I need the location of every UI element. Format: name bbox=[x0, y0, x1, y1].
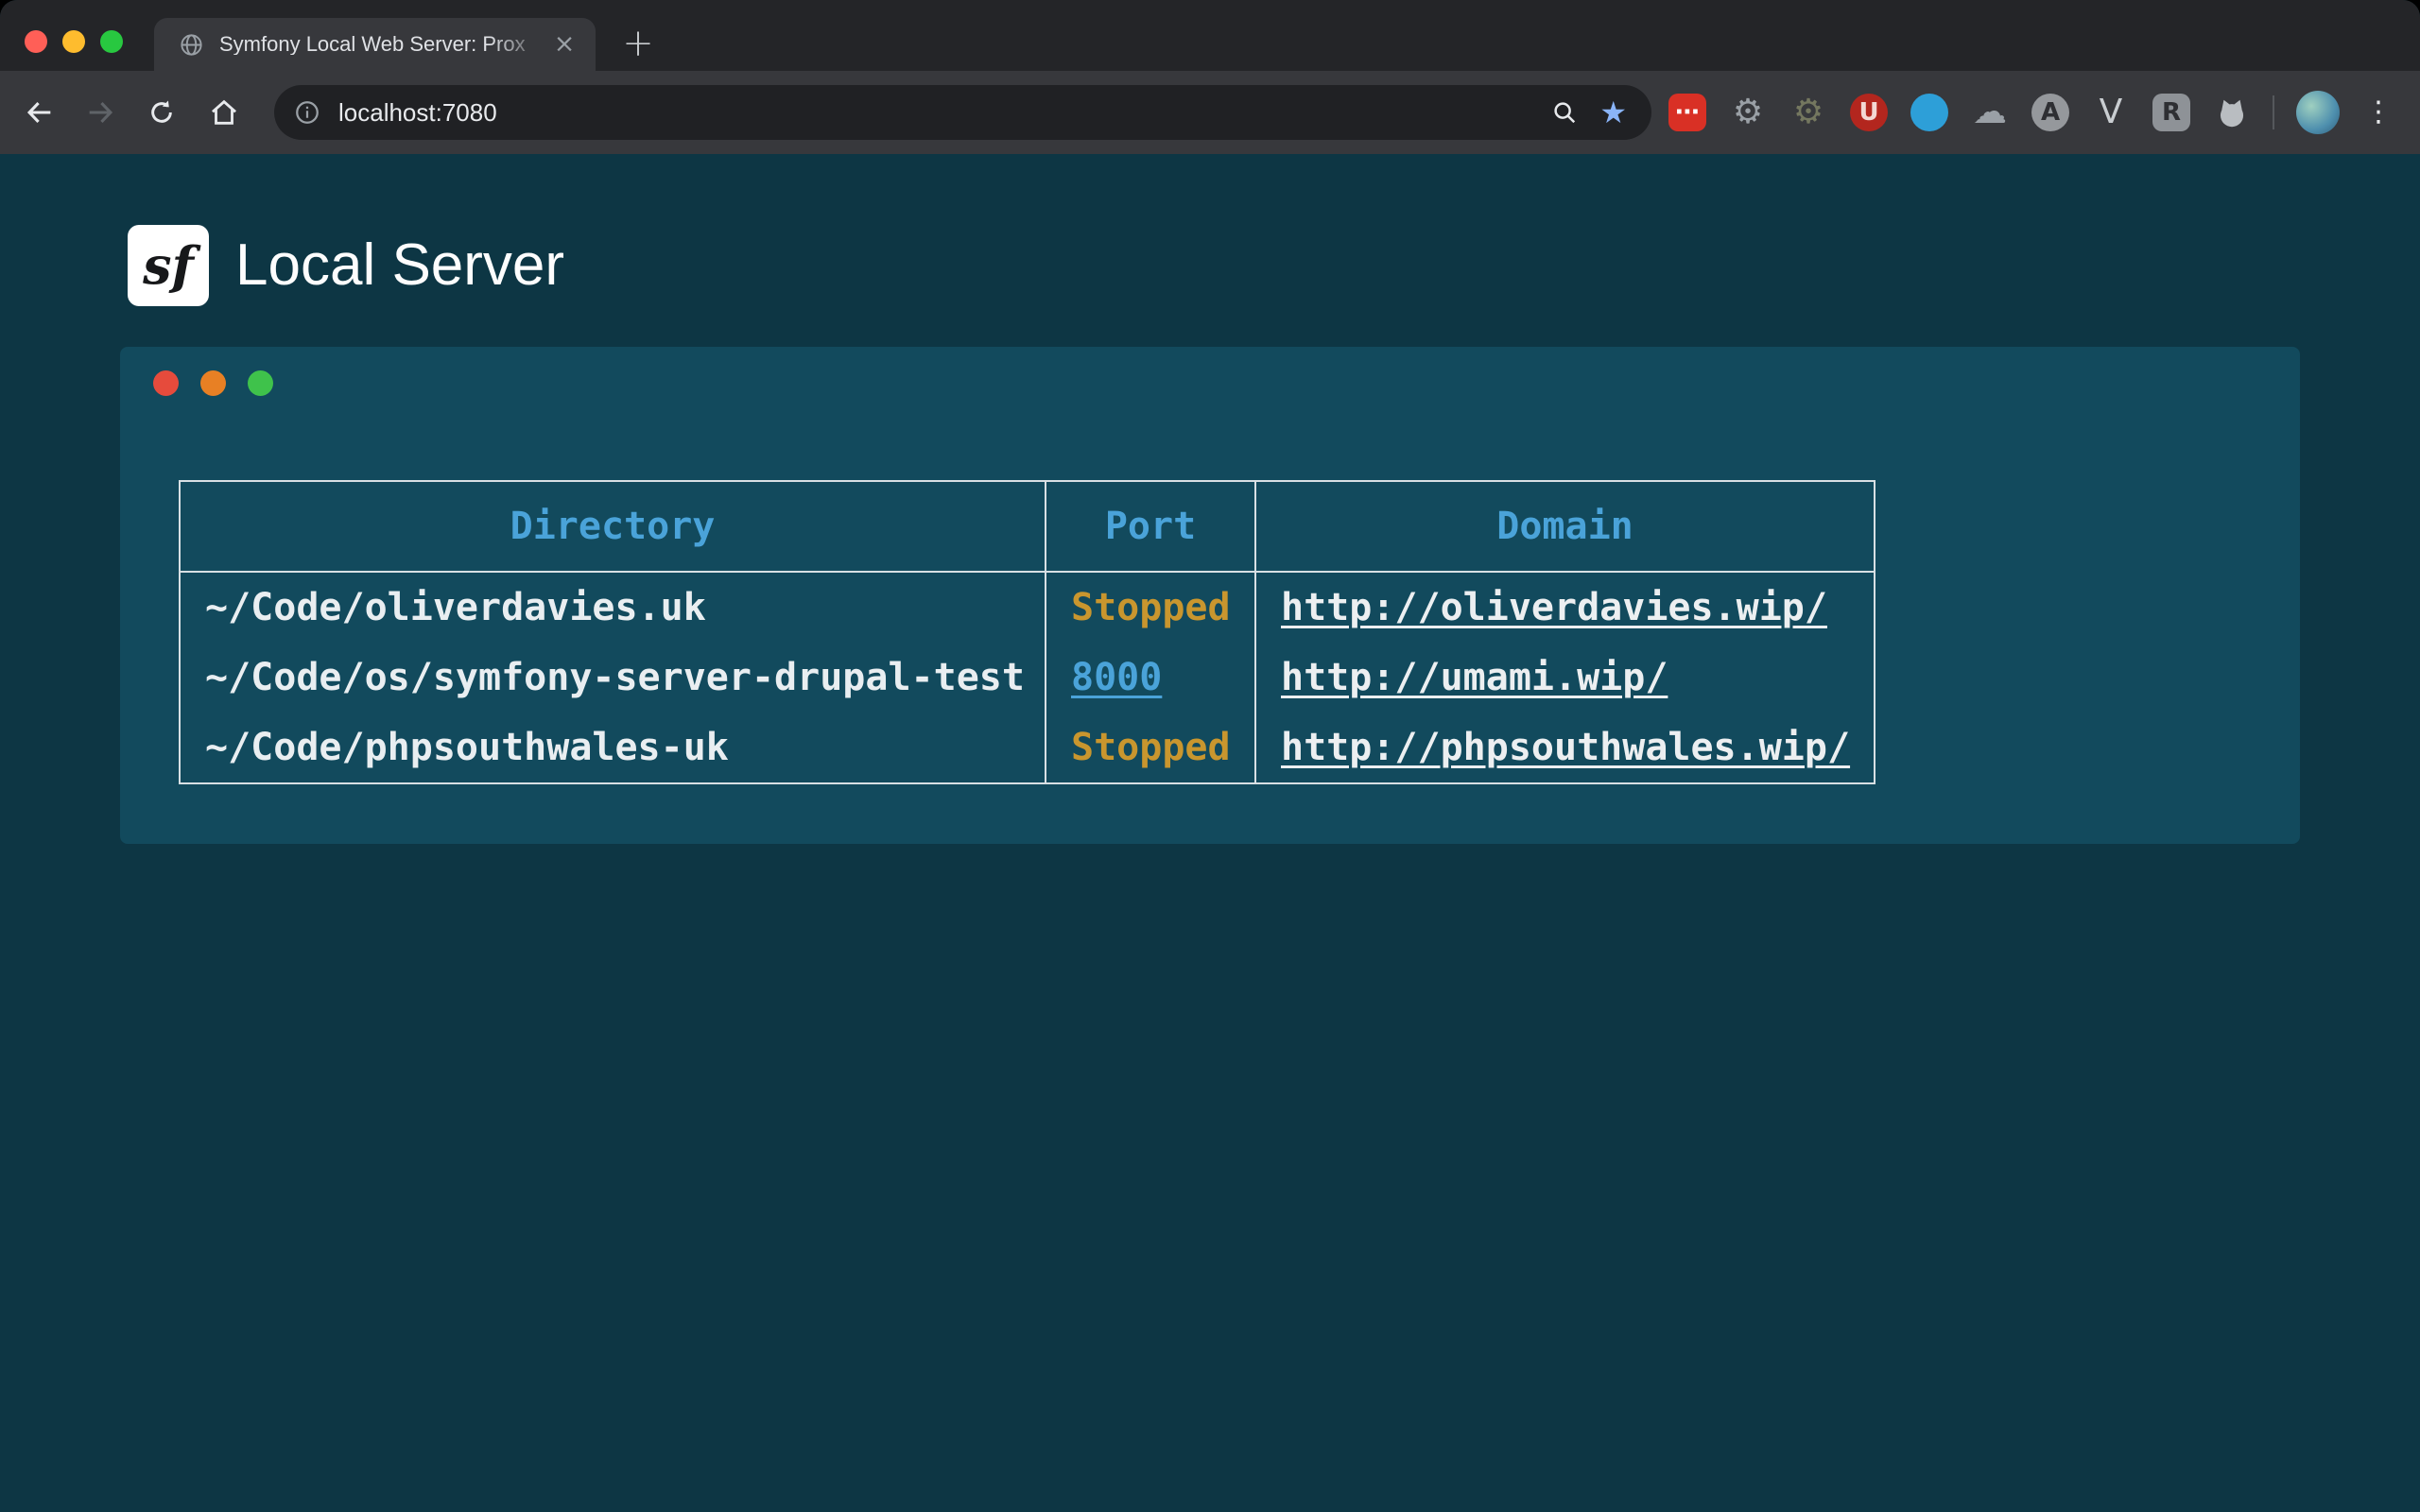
home-button[interactable] bbox=[199, 88, 249, 137]
domain-link[interactable]: http://umami.wip/ bbox=[1281, 656, 1668, 699]
tab-strip: Symfony Local Web Server: Prox × + bbox=[0, 0, 2420, 71]
home-icon bbox=[208, 96, 240, 129]
table-row: ~/Code/os/symfony-server-drupal-test 800… bbox=[180, 643, 1875, 713]
reload-button[interactable] bbox=[137, 88, 186, 137]
directory-cell: ~/Code/phpsouthwales-uk bbox=[180, 713, 1046, 783]
extension-ublock-icon[interactable]: U bbox=[1839, 71, 1899, 154]
forward-button[interactable] bbox=[76, 88, 125, 137]
extension-red-grid-icon[interactable]: ⋯ bbox=[1657, 71, 1718, 154]
extension-letter-r-icon[interactable]: R bbox=[2141, 71, 2202, 154]
tab-title: Symfony Local Web Server: Prox bbox=[219, 34, 548, 55]
page-content: sf Local Server Directory Port Domain bbox=[0, 154, 2420, 1512]
table-row: ~/Code/phpsouthwales-uk Stopped http://p… bbox=[180, 713, 1875, 783]
domain-link[interactable]: http://oliverdavies.wip/ bbox=[1281, 586, 1827, 629]
back-icon bbox=[24, 96, 56, 129]
directory-cell: ~/Code/os/symfony-server-drupal-test bbox=[180, 643, 1046, 713]
extensions-row: ⋯ ⚙ ⚙ U ☁ A V R bbox=[1657, 71, 2262, 154]
window-minimize-button[interactable] bbox=[62, 30, 85, 53]
terminal-dot-green bbox=[248, 370, 273, 396]
directory-cell: ~/Code/oliverdavies.uk bbox=[180, 572, 1046, 643]
extension-dark-gear-icon[interactable]: ⚙ bbox=[1778, 71, 1839, 154]
browser-menu-button[interactable]: ⋮ bbox=[2361, 88, 2395, 137]
browser-toolbar: localhost:7080 ★ ⋯ ⚙ ⚙ U ☁ bbox=[0, 71, 2420, 155]
extension-cloud-icon[interactable]: ☁ bbox=[1960, 71, 2020, 154]
port-cell: Stopped bbox=[1046, 713, 1255, 783]
header-port: Port bbox=[1046, 481, 1255, 572]
brand-header: sf Local Server bbox=[128, 225, 564, 306]
port-cell: Stopped bbox=[1046, 572, 1255, 643]
port-status: Stopped bbox=[1071, 586, 1231, 629]
url-text: localhost:7080 bbox=[338, 100, 1550, 125]
table-row: ~/Code/oliverdavies.uk Stopped http://ol… bbox=[180, 572, 1875, 643]
extension-letter-a-icon[interactable]: A bbox=[2020, 71, 2081, 154]
site-info-icon[interactable] bbox=[293, 98, 321, 127]
port-cell: 8000 bbox=[1046, 643, 1255, 713]
page-title: Local Server bbox=[235, 236, 564, 295]
new-tab-button[interactable]: + bbox=[616, 23, 660, 66]
address-bar[interactable]: localhost:7080 ★ bbox=[274, 85, 1651, 140]
globe-favicon-icon bbox=[179, 32, 204, 58]
bookmark-star-icon[interactable]: ★ bbox=[1599, 97, 1627, 128]
browser-tab[interactable]: Symfony Local Web Server: Prox × bbox=[154, 18, 596, 71]
port-status: Stopped bbox=[1071, 726, 1231, 769]
terminal-card: Directory Port Domain ~/Code/oliverdavie… bbox=[120, 347, 2300, 844]
window-zoom-button[interactable] bbox=[100, 30, 123, 53]
profile-avatar[interactable] bbox=[2296, 91, 2340, 134]
extension-gear-icon[interactable]: ⚙ bbox=[1718, 71, 1778, 154]
window-close-button[interactable] bbox=[25, 30, 47, 53]
extension-cat-icon[interactable] bbox=[2202, 71, 2262, 154]
extension-blue-circle-icon[interactable] bbox=[1899, 71, 1960, 154]
domain-cell: http://oliverdavies.wip/ bbox=[1255, 572, 1875, 643]
domain-link[interactable]: http://phpsouthwales.wip/ bbox=[1281, 726, 1850, 769]
tab-close-icon[interactable]: × bbox=[548, 28, 580, 60]
symfony-logo: sf bbox=[128, 225, 209, 306]
terminal-dot-orange bbox=[200, 370, 226, 396]
reload-icon bbox=[147, 97, 177, 128]
terminal-dot-red bbox=[153, 370, 179, 396]
terminal-dots bbox=[153, 370, 273, 396]
extension-letter-v-icon[interactable]: V bbox=[2081, 71, 2141, 154]
table-header-row: Directory Port Domain bbox=[180, 481, 1875, 572]
header-directory: Directory bbox=[180, 481, 1046, 572]
domain-cell: http://phpsouthwales.wip/ bbox=[1255, 713, 1875, 783]
back-button[interactable] bbox=[15, 88, 64, 137]
header-domain: Domain bbox=[1255, 481, 1875, 572]
forward-icon bbox=[84, 96, 116, 129]
proxy-table: Directory Port Domain ~/Code/oliverdavie… bbox=[179, 480, 1876, 784]
proxy-table-wrap: Directory Port Domain ~/Code/oliverdavie… bbox=[179, 480, 1876, 784]
browser-window: Symfony Local Web Server: Prox × + local… bbox=[0, 0, 2420, 1512]
domain-cell: http://umami.wip/ bbox=[1255, 643, 1875, 713]
toolbar-divider bbox=[2273, 95, 2274, 129]
port-link[interactable]: 8000 bbox=[1071, 656, 1162, 699]
zoom-icon[interactable] bbox=[1550, 98, 1579, 127]
traffic-lights bbox=[25, 30, 123, 53]
